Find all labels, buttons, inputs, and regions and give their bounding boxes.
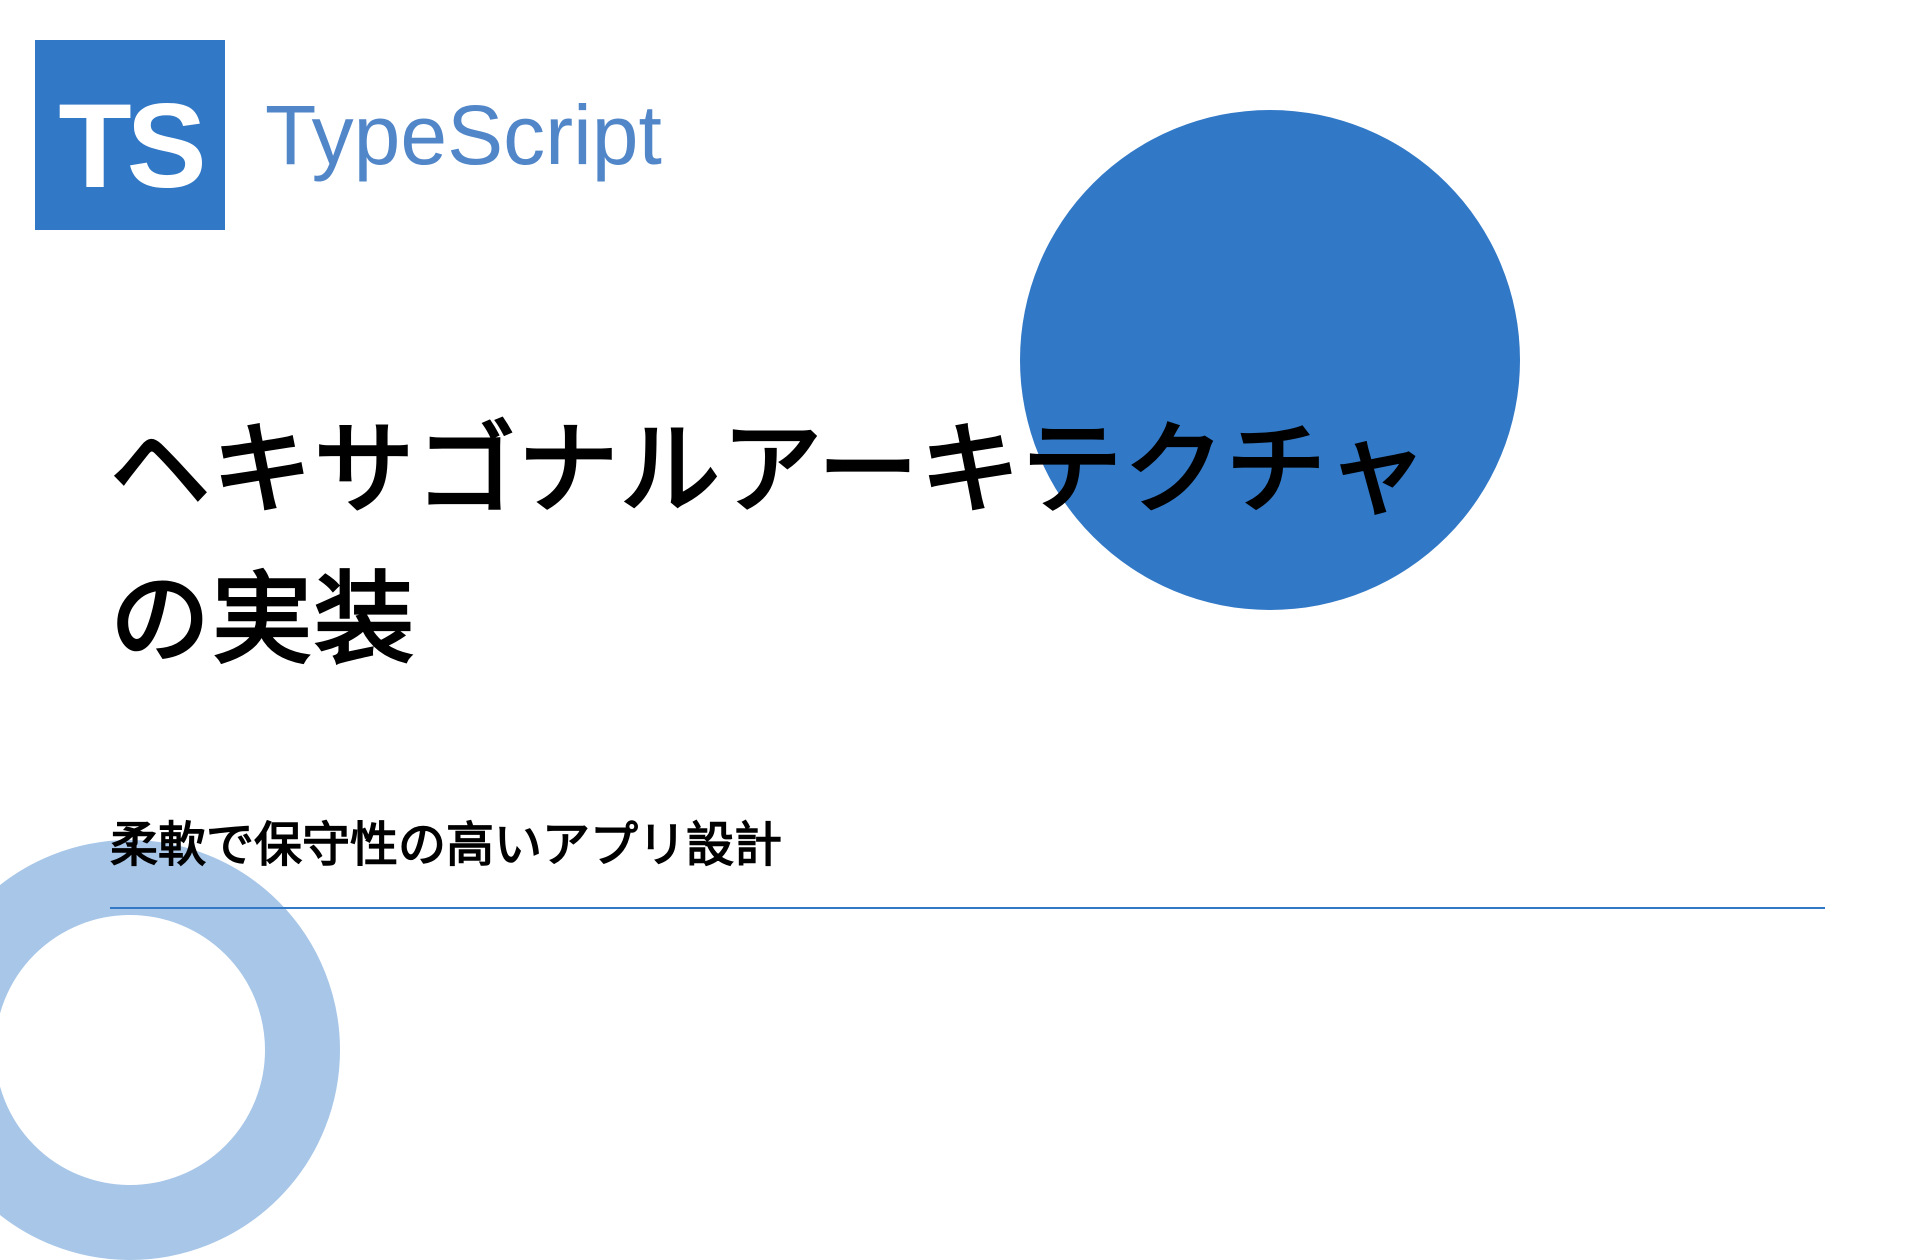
title-line-2: の実装: [110, 564, 416, 676]
logo-badge-text: TS: [58, 77, 201, 215]
typescript-logo-badge: TS: [35, 40, 225, 230]
title-line-1: ヘキサゴナルアーキテクチャ: [110, 414, 1429, 526]
subtitle-section: 柔軟で保守性の高いアプリ設計: [110, 805, 1825, 909]
divider-line: [110, 907, 1825, 909]
subtitle-text: 柔軟で保守性の高いアプリ設計: [110, 805, 1825, 895]
typescript-label: TypeScript: [265, 87, 662, 184]
logo-section: TS TypeScript: [35, 40, 662, 230]
main-title: ヘキサゴナルアーキテクチャ の実装: [110, 395, 1429, 695]
title-section: ヘキサゴナルアーキテクチャ の実装: [110, 395, 1429, 695]
